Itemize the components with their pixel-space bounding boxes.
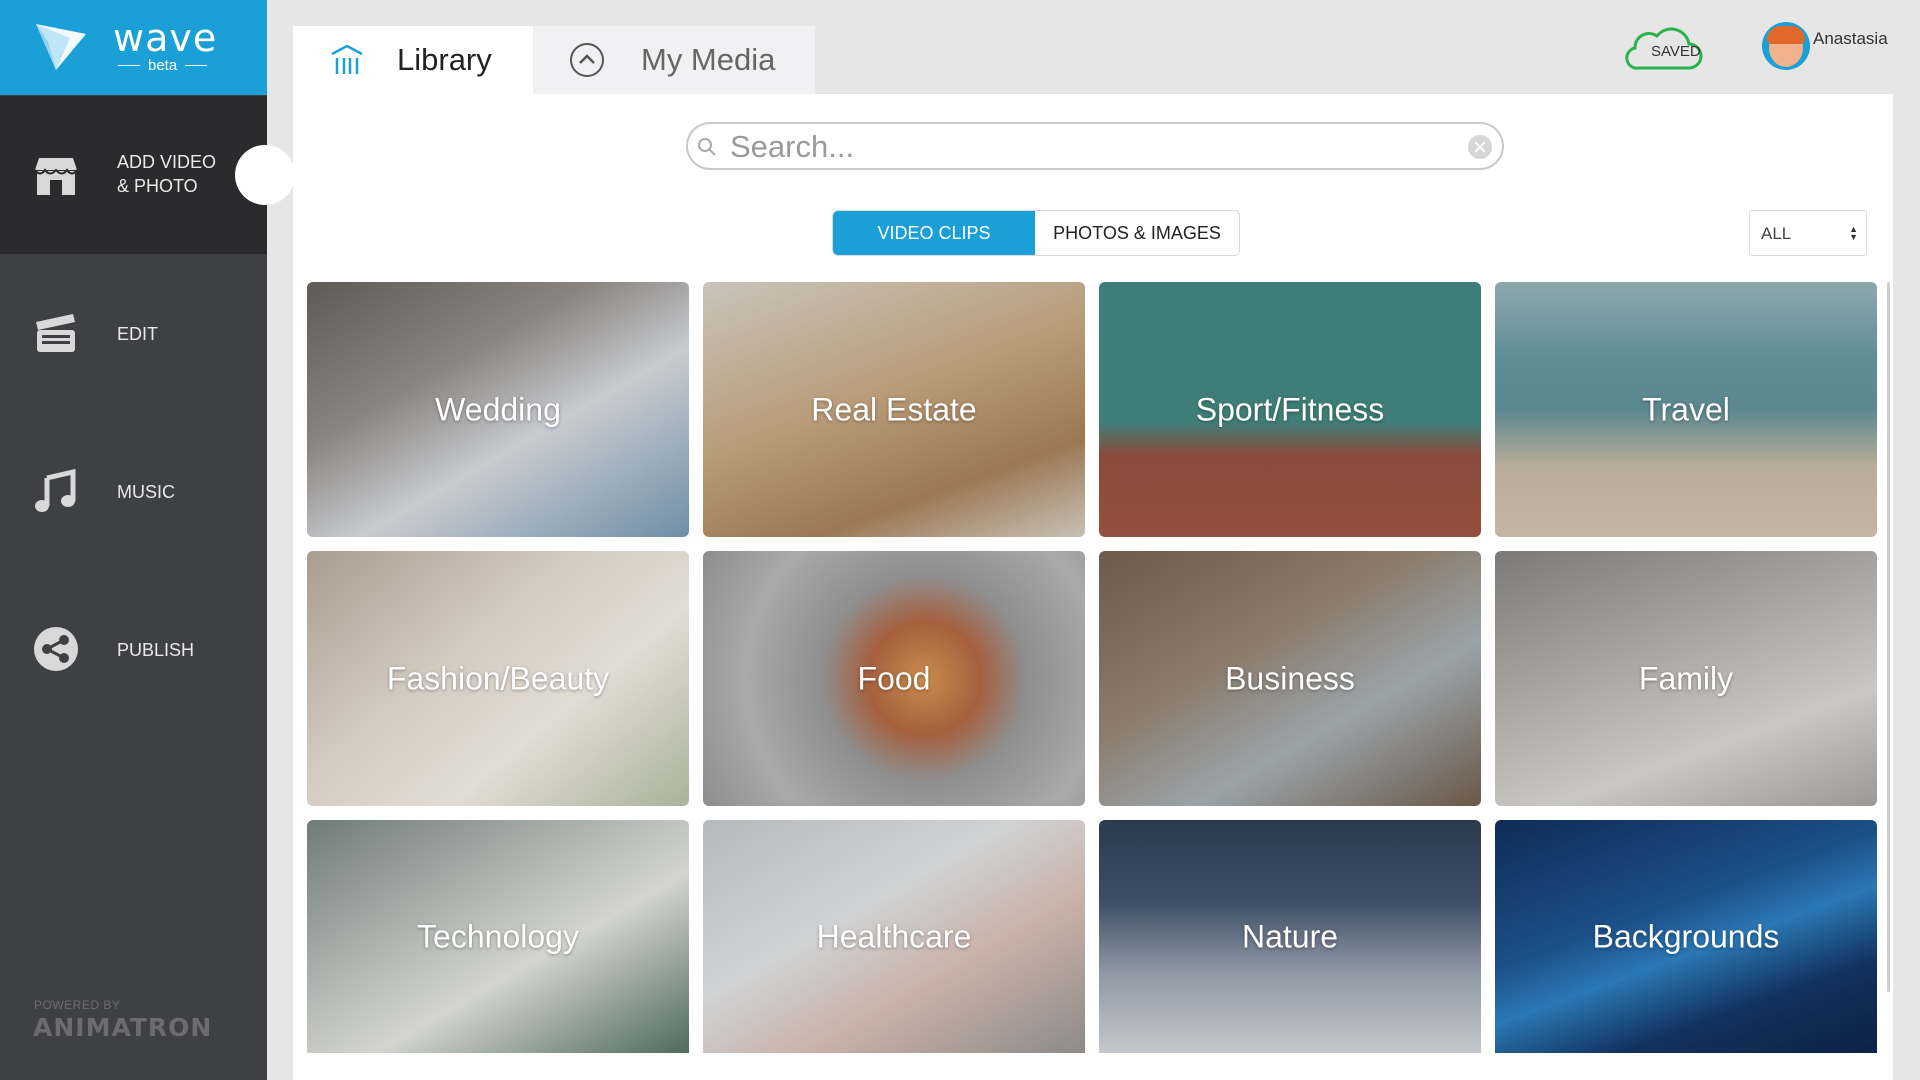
scrollbar[interactable] (1887, 282, 1890, 992)
brand-name: wave (113, 16, 218, 60)
category-tile-fashion-beauty[interactable]: Fashion/Beauty (307, 551, 689, 806)
video-clips-button[interactable]: VIDEO CLIPS (833, 211, 1035, 255)
sidebar: wave beta ADD VIDEO & PHOTO EDIT MUSIC P… (0, 0, 295, 1080)
tab-library[interactable]: Library (293, 26, 533, 94)
category-tile-food[interactable]: Food (703, 551, 1085, 806)
category-label: Sport/Fitness (1195, 391, 1385, 427)
animatron-logo: ANIMATRON (33, 1013, 213, 1042)
category-label: Wedding (435, 391, 561, 427)
wave-logo-icon (36, 24, 86, 70)
search-input[interactable] (730, 128, 1450, 166)
sidebar-item-label: ADD VIDEO & PHOTO (117, 150, 216, 198)
brand-header[interactable]: wave beta (0, 0, 267, 95)
library-tabs: Library My Media (293, 26, 815, 94)
category-label: Nature (1241, 918, 1339, 954)
media-type-toggle: VIDEO CLIPS PHOTOS & IMAGES (832, 210, 1240, 256)
category-label: Healthcare (816, 918, 972, 954)
brand-sub-label: beta (148, 57, 178, 74)
category-label: Backgrounds (1592, 918, 1780, 954)
category-label: Business (1225, 660, 1355, 696)
category-tile-real-estate[interactable]: Real Estate (703, 282, 1085, 537)
category-tile-family[interactable]: Family (1495, 551, 1877, 806)
clear-search-icon[interactable] (1468, 135, 1492, 159)
active-indicator (235, 145, 295, 205)
sidebar-item-label: EDIT (117, 324, 159, 344)
category-label: Food (857, 660, 931, 696)
avatar-hair (1767, 26, 1805, 44)
sidebar-item-label: MUSIC (117, 482, 175, 502)
brand-subtitle: beta (118, 57, 208, 74)
category-label: Real Estate (811, 391, 977, 427)
powered-by-label: POWERED BY (34, 998, 121, 1012)
library-panel: VIDEO CLIPS PHOTOS & IMAGES ALL ▲▼ Weddi… (293, 94, 1893, 1080)
select-arrows-icon: ▲ ▼ (1849, 224, 1858, 242)
share-icon (34, 627, 78, 671)
filter-select-value: ALL (1761, 224, 1792, 243)
saved-status: SAVED (1651, 43, 1701, 60)
music-note-icon (35, 468, 76, 512)
category-tile-wedding[interactable]: Wedding (307, 282, 689, 537)
category-tile-nature[interactable]: Nature (1099, 820, 1481, 1053)
category-tile-sport-fitness[interactable]: Sport/Fitness (1099, 282, 1481, 537)
search-icon (698, 138, 716, 156)
photos-images-button[interactable]: PHOTOS & IMAGES (1035, 211, 1239, 255)
category-label: Travel (1642, 391, 1730, 427)
category-label: Family (1638, 660, 1734, 696)
filter-select[interactable]: ALL ▲ ▼ (1749, 210, 1867, 256)
user-name: Anastasia (1813, 29, 1888, 48)
sidebar-item-music[interactable]: MUSIC (0, 412, 267, 570)
sidebar-item-edit[interactable]: EDIT (0, 254, 267, 412)
category-label: Fashion/Beauty (386, 660, 610, 696)
library-icon (331, 44, 363, 74)
category-label: Technology (417, 918, 579, 954)
sidebar-item-label-line2: & PHOTO (117, 176, 198, 196)
category-tile-technology[interactable]: Technology (307, 820, 689, 1053)
search-box (686, 122, 1504, 170)
tab-my-media[interactable]: My Media (533, 26, 815, 94)
upload-icon (570, 43, 604, 77)
category-grid: Wedding Real Estate Sport/Fitness Travel… (307, 282, 1878, 1053)
tab-label: My Media (641, 42, 776, 77)
category-tile-travel[interactable]: Travel (1495, 282, 1877, 537)
user-menu[interactable]: Anastasia (1762, 22, 1888, 70)
sidebar-item-label: PUBLISH (117, 640, 195, 660)
sidebar-item-add-video-photo[interactable]: ADD VIDEO & PHOTO (0, 96, 295, 254)
category-tile-healthcare[interactable]: Healthcare (703, 820, 1085, 1053)
tab-label: Library (397, 42, 492, 77)
clapperboard-icon (36, 314, 75, 352)
category-tile-business[interactable]: Business (1099, 551, 1481, 806)
sidebar-item-publish[interactable]: PUBLISH (0, 570, 267, 728)
sidebar-item-label-line1: ADD VIDEO (117, 152, 217, 172)
store-icon (34, 158, 78, 195)
category-tile-backgrounds[interactable]: Backgrounds (1495, 820, 1877, 1053)
avatar (1762, 22, 1810, 70)
